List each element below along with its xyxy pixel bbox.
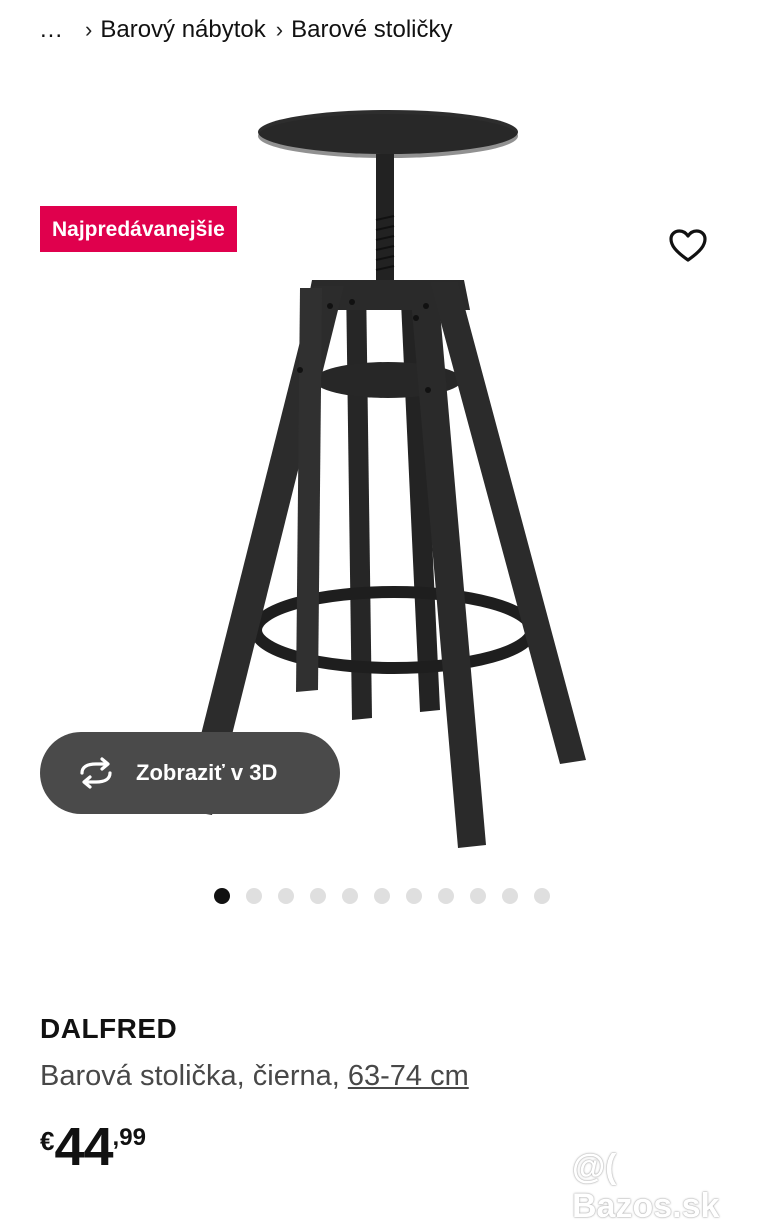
- product-description: Barová stolička, čierna, 63-74 cm: [40, 1060, 469, 1093]
- carousel-dot[interactable]: [374, 888, 390, 904]
- carousel-dot[interactable]: [406, 888, 422, 904]
- favorite-button[interactable]: [664, 222, 712, 270]
- bazos-watermark: @( Bazos.sk: [572, 1148, 720, 1225]
- product-size-link[interactable]: 63-74 cm: [348, 1060, 469, 1092]
- breadcrumb: ... › Barový nábytok › Barové stoličky: [40, 12, 462, 48]
- breadcrumb-ellipsis[interactable]: ...: [40, 16, 63, 44]
- price-integer: 44: [54, 1117, 113, 1177]
- chevron-right-icon: ›: [85, 17, 93, 42]
- carousel-dot[interactable]: [470, 888, 486, 904]
- carousel-dot[interactable]: [342, 888, 358, 904]
- view-3d-label: Zobraziť v 3D: [136, 760, 278, 785]
- breadcrumb-item-bar-stools[interactable]: Barové stoličky: [291, 16, 452, 44]
- heart-outline-icon: [669, 229, 707, 262]
- price-decimals: ,99: [112, 1124, 146, 1151]
- chevron-right-icon: ›: [275, 17, 284, 42]
- price-currency: €: [40, 1126, 55, 1156]
- bestseller-badge: Najpredávanejšie: [40, 206, 237, 252]
- product-description-text: Barová stolička, čierna,: [40, 1060, 348, 1092]
- breadcrumb-item-bar-furniture[interactable]: Barový nábytok: [100, 16, 265, 44]
- product-name: DALFRED: [40, 1013, 178, 1044]
- carousel-dot[interactable]: [278, 888, 294, 904]
- carousel-dot[interactable]: [310, 888, 326, 904]
- carousel-dot[interactable]: [214, 888, 230, 904]
- carousel-dot[interactable]: [534, 888, 550, 904]
- carousel-dot[interactable]: [246, 888, 262, 904]
- product-price: € 44 ,99: [40, 1118, 146, 1176]
- rotate-3d-icon: [74, 757, 118, 789]
- carousel-dot[interactable]: [438, 888, 454, 904]
- carousel-dots: [214, 888, 550, 904]
- view-3d-button[interactable]: Zobraziť v 3D: [40, 732, 340, 814]
- carousel-dot[interactable]: [502, 888, 518, 904]
